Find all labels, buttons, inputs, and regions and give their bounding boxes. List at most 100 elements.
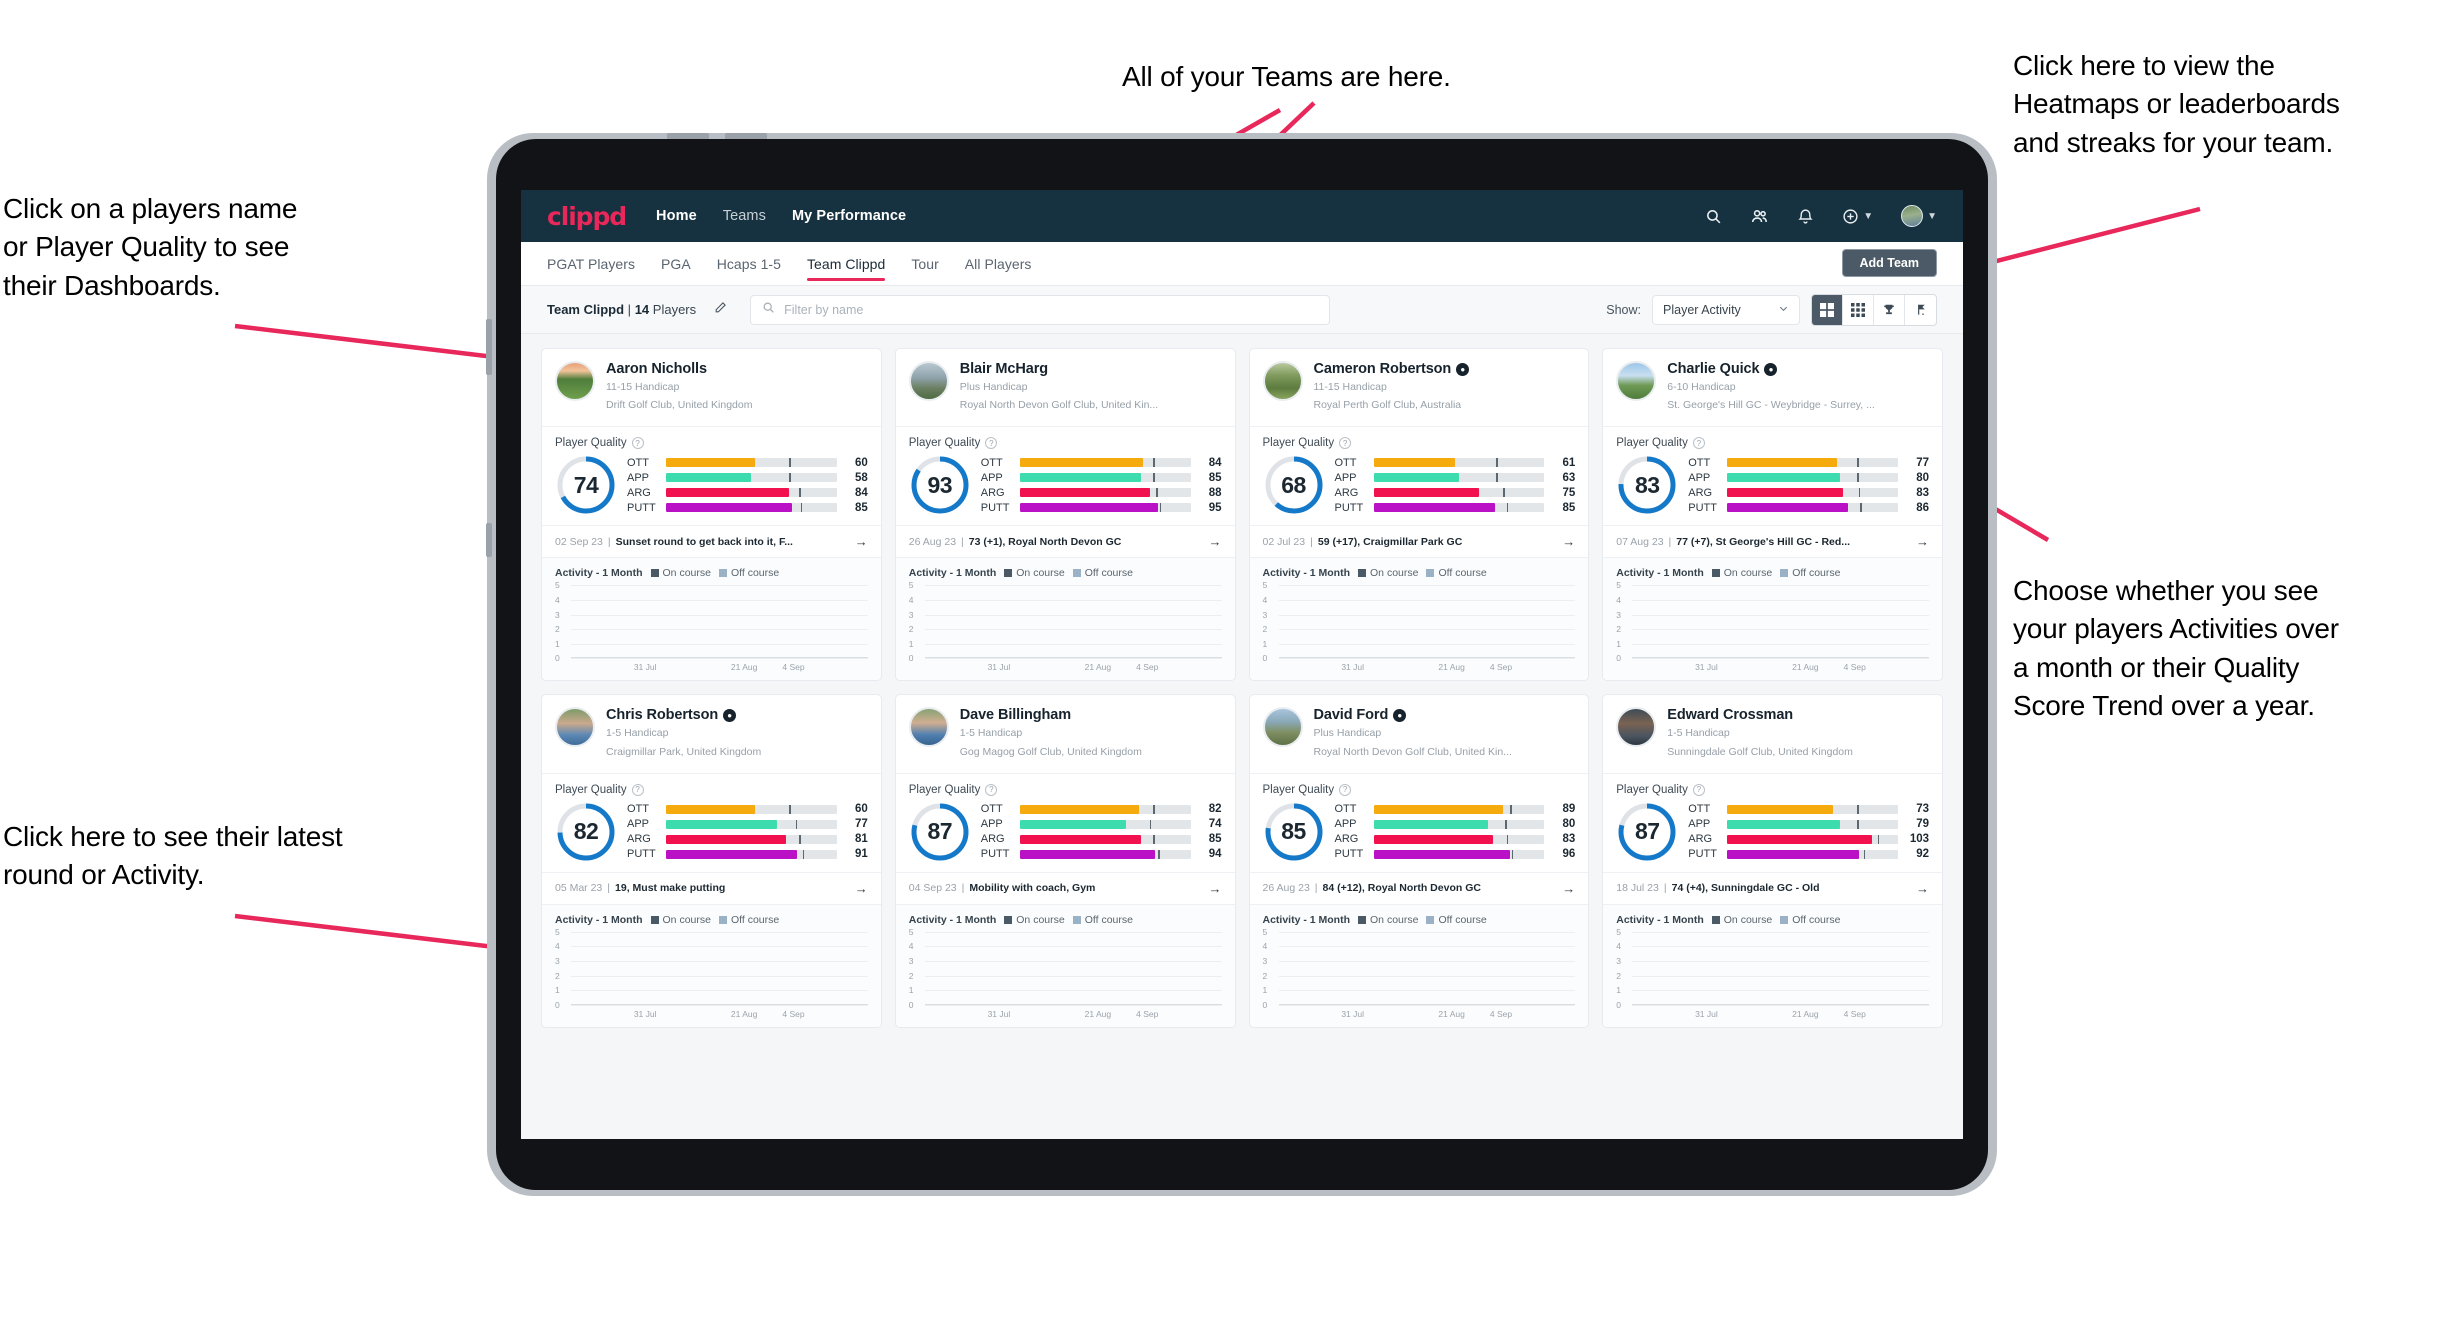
nav-home[interactable]: Home — [656, 208, 697, 224]
tab-pga[interactable]: PGA — [661, 242, 691, 286]
help-icon[interactable]: ? — [1692, 783, 1705, 796]
metric-row: PUTT 95 — [981, 502, 1222, 514]
flag-heatmap-button[interactable] — [1905, 295, 1936, 325]
y-tick-label: 4 — [555, 941, 560, 952]
help-icon[interactable]: ? — [1692, 437, 1705, 450]
add-team-button[interactable]: Add Team — [1841, 249, 1937, 277]
player-name[interactable]: Blair McHarg — [960, 361, 1222, 377]
player-name[interactable]: Chris Robertson ● — [606, 707, 868, 723]
player-card-header[interactable]: Chris Robertson ● 1-5 Handicap Craigmill… — [542, 695, 881, 774]
bar-slot — [925, 932, 974, 1004]
player-card[interactable]: Blair McHarg Plus Handicap Royal North D… — [894, 348, 1236, 682]
clippd-logo[interactable]: clippd — [547, 202, 627, 231]
search-input[interactable]: Filter by name — [750, 294, 1331, 325]
arrow-right-icon[interactable]: → — [855, 881, 868, 896]
x-tick-label — [1172, 1009, 1221, 1019]
player-card-header[interactable]: Blair McHarg Plus Handicap Royal North D… — [895, 349, 1235, 428]
player-name[interactable]: David Ford ● — [1314, 707, 1576, 723]
verified-badge-icon: ● — [1393, 708, 1407, 722]
player-name[interactable]: Aaron Nicholls — [606, 361, 868, 377]
player-card-header[interactable]: Charlie Quick ● 6-10 Handicap St. George… — [1603, 349, 1942, 428]
user-menu[interactable]: ▼ — [1901, 205, 1937, 227]
player-name[interactable]: Edward Crossman — [1667, 707, 1929, 723]
player-name[interactable]: Charlie Quick ● — [1667, 361, 1929, 377]
latest-round-row[interactable]: 04 Sep 23 | Mobility with coach, Gym → — [895, 873, 1235, 905]
arrow-right-icon[interactable]: → — [1562, 881, 1575, 896]
player-quality-section[interactable]: Player Quality ? 68 OTT 61 APP 63 ARG 75… — [1249, 427, 1589, 527]
metric-bar — [1373, 849, 1545, 859]
bar-slot — [769, 585, 818, 657]
help-icon[interactable]: ? — [631, 437, 644, 450]
arrow-right-icon[interactable]: → — [1209, 534, 1222, 549]
player-card[interactable]: Dave Billingham 1-5 Handicap Gog Magog G… — [894, 694, 1236, 1028]
plus-circle-icon[interactable]: ▼ — [1842, 208, 1873, 225]
tab-tour[interactable]: Tour — [911, 242, 938, 286]
bell-icon[interactable] — [1797, 208, 1814, 225]
help-icon[interactable]: ? — [1339, 783, 1352, 796]
chart-bars — [1279, 932, 1576, 1004]
bar-slot — [769, 932, 818, 1004]
player-card[interactable]: Cameron Robertson ● 11-15 Handicap Royal… — [1248, 348, 1590, 682]
latest-round-row[interactable]: 07 Aug 23 | 77 (+7), St George's Hill GC… — [1603, 526, 1942, 559]
arrow-right-icon[interactable]: → — [1916, 534, 1929, 549]
player-name[interactable]: Cameron Robertson ● — [1314, 361, 1576, 377]
player-card-header[interactable]: Cameron Robertson ● 11-15 Handicap Royal… — [1249, 349, 1589, 428]
help-icon[interactable]: ? — [631, 783, 644, 796]
latest-round-row[interactable]: 05 Mar 23 | 19, Must make putting → — [542, 873, 881, 905]
player-card[interactable]: Aaron Nicholls 11-15 Handicap Drift Golf… — [541, 348, 882, 682]
nav-teams[interactable]: Teams — [723, 208, 766, 224]
latest-round-row[interactable]: 26 Aug 23 | 84 (+12), Royal North Devon … — [1249, 873, 1589, 905]
tab-hcaps-1-5[interactable]: Hcaps 1-5 — [717, 242, 781, 286]
metric-benchmark-tick — [1510, 804, 1512, 814]
trophy-leaderboard-button[interactable] — [1874, 294, 1905, 325]
player-card-header[interactable]: Aaron Nicholls 11-15 Handicap Drift Golf… — [542, 349, 881, 428]
player-quality-section[interactable]: Player Quality ? 93 OTT 84 APP 85 ARG 88… — [895, 427, 1235, 527]
latest-round-row[interactable]: 02 Sep 23 | Sunset round to get back int… — [542, 526, 881, 559]
help-icon[interactable]: ? — [1339, 437, 1352, 450]
player-card[interactable]: Chris Robertson ● 1-5 Handicap Craigmill… — [541, 694, 882, 1028]
arrow-right-icon[interactable]: → — [1562, 534, 1575, 549]
grid-large-view-button[interactable] — [1812, 294, 1843, 325]
activity-section: Activity - 1 Month On course Off course … — [1249, 558, 1589, 681]
player-name[interactable]: Dave Billingham — [960, 707, 1222, 723]
help-icon[interactable]: ? — [985, 783, 998, 796]
arrow-right-icon[interactable]: → — [855, 534, 868, 549]
player-card-header[interactable]: Edward Crossman 1-5 Handicap Sunningdale… — [1603, 695, 1942, 774]
player-card[interactable]: David Ford ● Plus Handicap Royal North D… — [1248, 694, 1590, 1028]
player-quality-section[interactable]: Player Quality ? 85 OTT 89 APP 80 ARG 83… — [1249, 774, 1589, 873]
people-icon[interactable] — [1750, 207, 1769, 226]
player-club: Sunningdale Golf Club, United Kingdom — [1667, 745, 1853, 758]
player-quality-section[interactable]: Player Quality ? 82 OTT 60 APP 77 ARG 81… — [542, 774, 881, 873]
show-select[interactable]: Player Activity — [1652, 294, 1800, 325]
metric-bar — [1373, 488, 1545, 498]
tab-all-players[interactable]: All Players — [965, 242, 1032, 286]
arrow-right-icon[interactable]: → — [1916, 881, 1929, 896]
player-card[interactable]: Charlie Quick ● 6-10 Handicap St. George… — [1602, 348, 1943, 682]
player-quality-section[interactable]: Player Quality ? 87 OTT 82 APP 74 ARG 85… — [895, 774, 1235, 873]
edit-team-button[interactable] — [706, 296, 734, 324]
player-club: Drift Golf Club, United Kingdom — [606, 399, 753, 412]
player-card-header[interactable]: Dave Billingham 1-5 Handicap Gog Magog G… — [895, 695, 1235, 774]
latest-round-row[interactable]: 02 Jul 23 | 59 (+17), Craigmillar Park G… — [1249, 526, 1589, 559]
y-tick-label: 5 — [1616, 926, 1621, 937]
nav-my-performance[interactable]: My Performance — [792, 208, 906, 224]
x-tick-label: 4 Sep — [1489, 662, 1513, 673]
latest-round-row[interactable]: 26 Aug 23 | 73 (+1), Royal North Devon G… — [895, 526, 1235, 559]
player-quality-section[interactable]: Player Quality ? 74 OTT 60 APP 58 ARG 84… — [542, 427, 881, 527]
player-card-header[interactable]: David Ford ● Plus Handicap Royal North D… — [1249, 695, 1589, 774]
user-chevron-down-icon[interactable]: ▼ — [1927, 211, 1937, 222]
round-date: 05 Mar 23 — [555, 882, 603, 895]
tab-pgat-players[interactable]: PGAT Players — [547, 242, 635, 286]
grid-small-view-button[interactable] — [1843, 294, 1874, 325]
player-card[interactable]: Edward Crossman 1-5 Handicap Sunningdale… — [1602, 694, 1943, 1028]
player-avatar — [1616, 361, 1657, 401]
plus-chevron-down-icon[interactable]: ▼ — [1863, 211, 1873, 222]
player-quality-section[interactable]: Player Quality ? 87 OTT 73 APP 79 ARG 10… — [1603, 774, 1942, 873]
metric-value: 61 — [1562, 456, 1576, 469]
arrow-right-icon[interactable]: → — [1209, 881, 1222, 896]
tab-team-clippd[interactable]: Team Clippd — [806, 242, 886, 286]
player-quality-section[interactable]: Player Quality ? 83 OTT 77 APP 80 ARG 83… — [1603, 427, 1942, 527]
search-icon[interactable] — [1705, 208, 1722, 225]
help-icon[interactable]: ? — [985, 437, 998, 450]
latest-round-row[interactable]: 18 Jul 23 | 74 (+4), Sunningdale GC - Ol… — [1603, 873, 1942, 905]
